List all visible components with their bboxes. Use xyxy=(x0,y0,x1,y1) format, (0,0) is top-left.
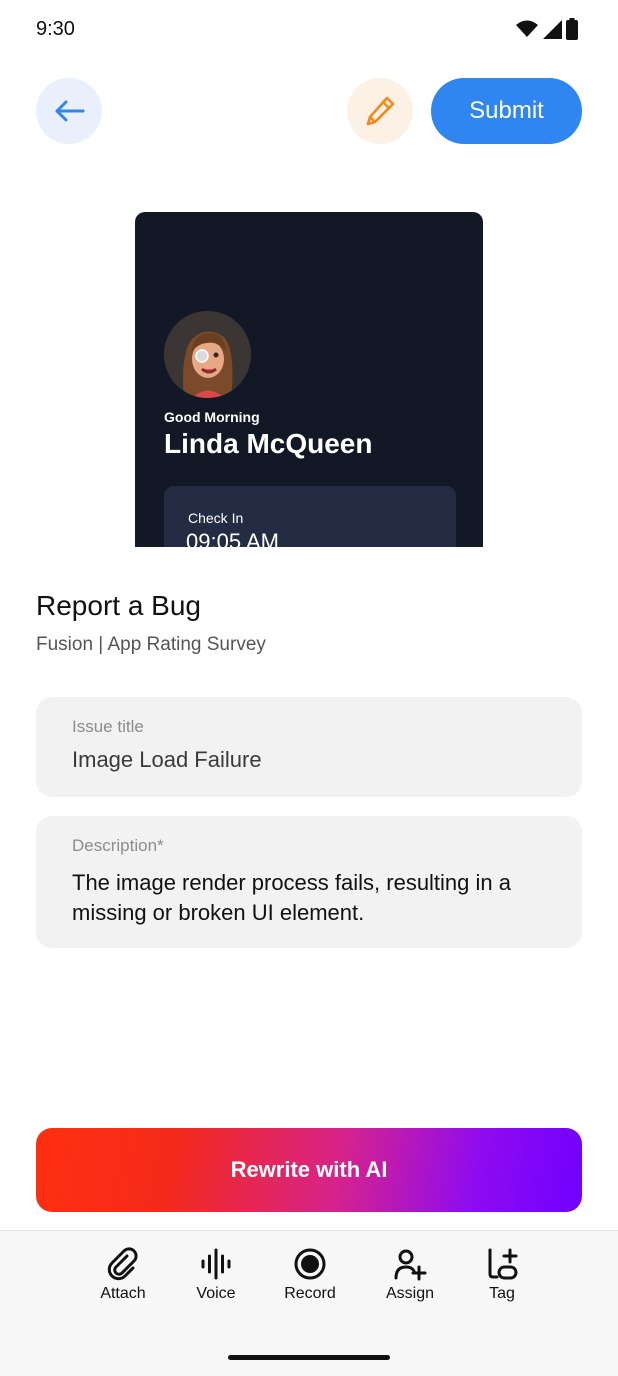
edit-button[interactable] xyxy=(347,78,413,144)
issue-title-field[interactable]: Issue title Image Load Failure xyxy=(36,697,582,797)
arrow-left-icon xyxy=(55,100,85,122)
tag-icon xyxy=(488,1248,518,1280)
issue-title-value[interactable]: Image Load Failure xyxy=(72,747,262,773)
paperclip-icon xyxy=(107,1247,138,1281)
checkin-time: 09:05 AM xyxy=(186,529,279,547)
page-subtitle: Fusion | App Rating Survey xyxy=(36,634,266,655)
rewrite-with-ai-button[interactable]: Rewrite with AI xyxy=(36,1128,582,1212)
user-add-icon xyxy=(394,1249,427,1281)
tag-button[interactable]: Tag xyxy=(462,1247,542,1303)
record-label: Record xyxy=(284,1285,336,1302)
assign-button[interactable]: Assign xyxy=(370,1247,450,1303)
status-bar: 9:30 xyxy=(0,0,618,60)
memoji-avatar-icon xyxy=(164,311,251,398)
voice-button[interactable]: Voice xyxy=(176,1247,256,1303)
attach-button[interactable]: Attach xyxy=(83,1247,163,1303)
signal-icon xyxy=(543,20,562,39)
status-icons xyxy=(516,18,578,40)
bug-report-screen: 9:30 Submit Good Morning Linda McQueen C… xyxy=(0,0,618,1376)
assign-label: Assign xyxy=(385,1285,435,1302)
back-button[interactable] xyxy=(36,78,102,144)
record-button[interactable]: Record xyxy=(270,1247,350,1303)
battery-icon xyxy=(566,18,578,40)
waveform-icon xyxy=(201,1248,231,1280)
avatar xyxy=(164,311,251,398)
checkin-label: Check In xyxy=(188,510,244,526)
pencil-icon xyxy=(366,96,395,126)
submit-button[interactable]: Submit xyxy=(431,78,582,144)
home-indicator[interactable] xyxy=(228,1355,390,1360)
status-time: 9:30 xyxy=(36,18,75,40)
user-name: Linda McQueen xyxy=(164,428,373,459)
greeting-text: Good Morning xyxy=(164,409,260,425)
issue-title-label: Issue title xyxy=(72,717,144,736)
description-field[interactable]: Description* The image render process fa… xyxy=(36,816,582,948)
attach-label: Attach xyxy=(100,1285,146,1302)
checkin-card: Check In 09:05 AM xyxy=(164,486,456,547)
voice-label: Voice xyxy=(196,1285,236,1302)
description-value[interactable]: The image render process fails, resultin… xyxy=(72,868,552,928)
tag-label: Tag xyxy=(489,1285,515,1302)
record-icon xyxy=(294,1248,326,1280)
page-title: Report a Bug xyxy=(36,590,201,621)
wifi-icon xyxy=(516,20,538,37)
screenshot-preview: Good Morning Linda McQueen Check In 09:0… xyxy=(135,212,483,547)
description-label: Description* xyxy=(72,836,164,855)
